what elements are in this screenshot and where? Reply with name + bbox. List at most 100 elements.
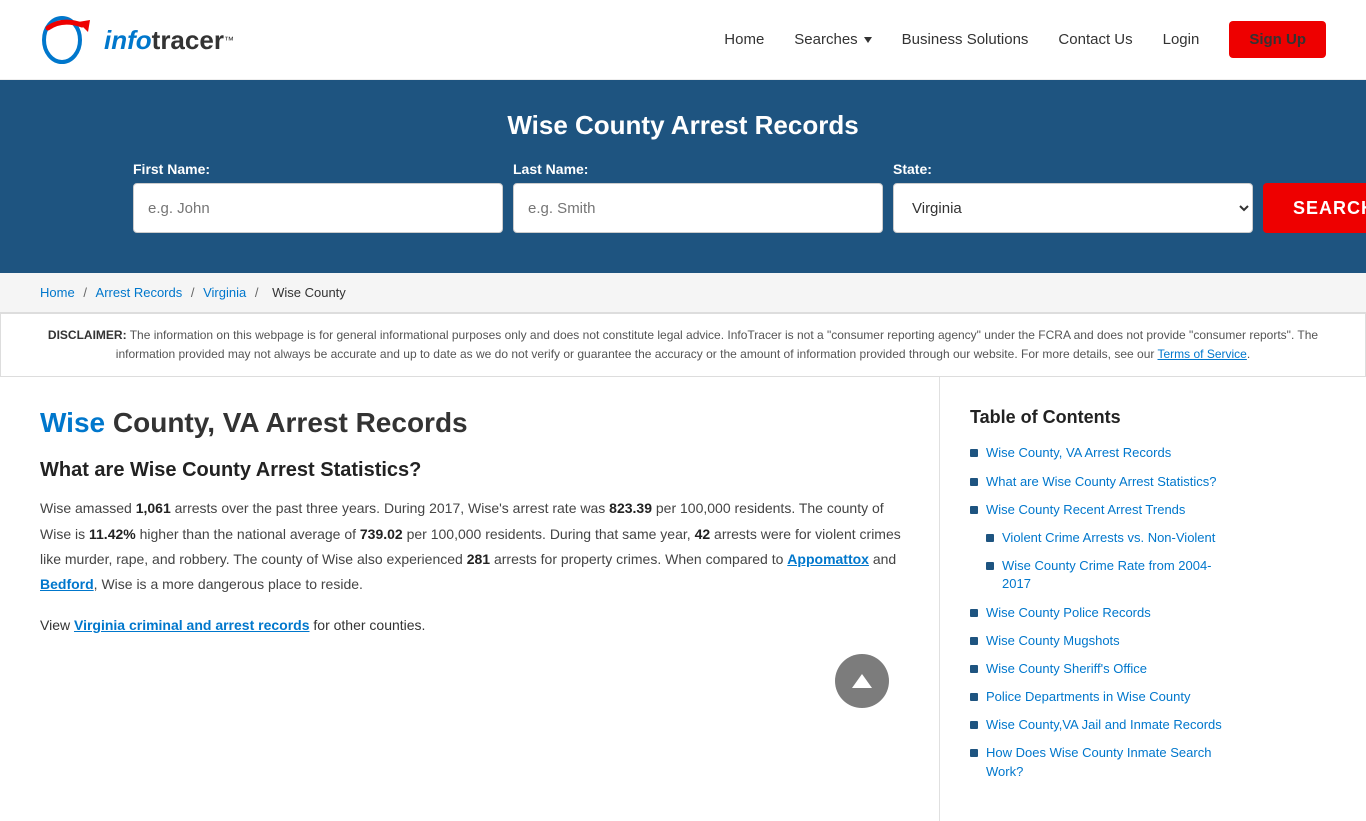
site-header: infotracer™ Home Searches Business Solut… [0, 0, 1366, 80]
hero-banner: Wise County Arrest Records First Name: L… [0, 80, 1366, 273]
article-title-highlight: Wise [40, 407, 105, 438]
higher-pct: 11.42% [89, 526, 136, 542]
toc-bullet-icon [970, 478, 978, 486]
first-name-group: First Name: [133, 161, 503, 233]
toc-bullet-icon [986, 534, 994, 542]
toc-item: Wise County Crime Rate from 2004-2017 [970, 557, 1240, 593]
table-of-contents: Table of Contents Wise County, VA Arrest… [970, 407, 1240, 780]
scroll-to-top-button[interactable] [835, 654, 889, 708]
view-prefix: View [40, 617, 74, 633]
toc-link[interactable]: Police Departments in Wise County [986, 688, 1190, 706]
scroll-up-arrow-icon [852, 674, 872, 688]
nav-login[interactable]: Login [1163, 31, 1200, 48]
toc-link[interactable]: Wise County, VA Arrest Records [986, 444, 1171, 462]
main-nav: Home Searches Business Solutions Contact… [724, 21, 1326, 58]
breadcrumb-arrest-records[interactable]: Arrest Records [96, 285, 183, 300]
body-intro: Wise amassed [40, 500, 136, 516]
toc-link[interactable]: What are Wise County Arrest Statistics? [986, 473, 1216, 491]
state-label: State: [893, 161, 932, 177]
last-name-group: Last Name: [513, 161, 883, 233]
last-name-input[interactable] [513, 183, 883, 233]
nav-signup[interactable]: Sign Up [1229, 21, 1326, 58]
logo-tracer-text: tracer [152, 25, 224, 55]
body-1: arrests over the past three years. Durin… [171, 500, 609, 516]
toc-bullet-icon [970, 749, 978, 757]
first-name-label: First Name: [133, 161, 210, 177]
arrests-count: 1,061 [136, 500, 171, 516]
toc-item: Wise County, VA Arrest Records [970, 444, 1240, 462]
first-name-input[interactable] [133, 183, 503, 233]
nav-home[interactable]: Home [724, 31, 764, 48]
body-7: and [869, 551, 896, 567]
last-name-label: Last Name: [513, 161, 588, 177]
virginia-records-link[interactable]: Virginia criminal and arrest records [74, 617, 310, 633]
toc-bullet-icon [970, 449, 978, 457]
terms-of-service-link[interactable]: Terms of Service [1158, 347, 1247, 361]
breadcrumb-wise-county: Wise County [272, 285, 346, 300]
searches-chevron-icon [864, 37, 872, 43]
toc-link[interactable]: Wise County,VA Jail and Inmate Records [986, 716, 1222, 734]
toc-bullet-icon [986, 562, 994, 570]
city1-link[interactable]: Appomattox [787, 551, 869, 567]
search-button[interactable]: SEARCH [1263, 183, 1366, 233]
main-content: Wise County, VA Arrest Records What are … [0, 377, 1366, 820]
breadcrumb-sep3: / [255, 285, 262, 300]
nav-searches[interactable]: Searches [794, 31, 871, 48]
search-form: First Name: Last Name: State: AlabamaAla… [133, 161, 1233, 233]
logo-icon [40, 10, 100, 70]
city2-link[interactable]: Bedford [40, 576, 94, 592]
view-link-paragraph: View Virginia criminal and arrest record… [40, 613, 909, 638]
toc-bullet-icon [970, 609, 978, 617]
body-3: higher than the national average of [136, 526, 360, 542]
toc-item: What are Wise County Arrest Statistics? [970, 473, 1240, 491]
article-body: Wise amassed 1,061 arrests over the past… [40, 496, 909, 597]
violent-count: 42 [695, 526, 711, 542]
toc-item: Wise County Mugshots [970, 632, 1240, 650]
breadcrumb-sep2: / [191, 285, 198, 300]
disclaimer-text: The information on this webpage is for g… [116, 328, 1318, 361]
toc-link[interactable]: Violent Crime Arrests vs. Non-Violent [1002, 529, 1215, 547]
toc-item: Wise County Sheriff's Office [970, 660, 1240, 678]
toc-item: Violent Crime Arrests vs. Non-Violent [970, 529, 1240, 547]
nav-contact-us[interactable]: Contact Us [1058, 31, 1132, 48]
toc-item: Wise County,VA Jail and Inmate Records [970, 716, 1240, 734]
disclaimer-bar: DISCLAIMER: The information on this webp… [0, 313, 1366, 377]
logo-info-text: info [104, 25, 152, 55]
toc-item: Wise County Recent Arrest Trends [970, 501, 1240, 519]
article-title: Wise County, VA Arrest Records [40, 407, 909, 439]
arrest-rate: 823.39 [609, 500, 652, 516]
toc-link[interactable]: Wise County Crime Rate from 2004-2017 [1002, 557, 1240, 593]
logo-tm: ™ [224, 35, 234, 46]
toc-item: How Does Wise County Inmate Search Work? [970, 744, 1240, 780]
toc-link[interactable]: Wise County Sheriff's Office [986, 660, 1147, 678]
toc-section: Table of Contents Wise County, VA Arrest… [940, 377, 1240, 820]
toc-item: Wise County Police Records [970, 604, 1240, 622]
toc-link[interactable]: Wise County Police Records [986, 604, 1151, 622]
breadcrumb-home[interactable]: Home [40, 285, 75, 300]
hero-title: Wise County Arrest Records [40, 110, 1326, 141]
body-4: per 100,000 residents. During that same … [403, 526, 695, 542]
section-heading: What are Wise County Arrest Statistics? [40, 459, 909, 482]
property-count: 281 [467, 551, 490, 567]
toc-bullet-icon [970, 721, 978, 729]
toc-list: Wise County, VA Arrest Records What are W… [970, 444, 1240, 780]
toc-bullet-icon [970, 665, 978, 673]
toc-heading: Table of Contents [970, 407, 1240, 428]
national-avg: 739.02 [360, 526, 403, 542]
toc-link[interactable]: Wise County Mugshots [986, 632, 1120, 650]
logo[interactable]: infotracer™ [40, 10, 234, 70]
state-select[interactable]: AlabamaAlaskaArizonaArkansasCaliforniaCo… [893, 183, 1253, 233]
body-6: arrests for property crimes. When compar… [490, 551, 787, 567]
toc-link[interactable]: Wise County Recent Arrest Trends [986, 501, 1185, 519]
breadcrumb-sep1: / [83, 285, 90, 300]
article-section: Wise County, VA Arrest Records What are … [40, 377, 940, 820]
nav-business-solutions[interactable]: Business Solutions [902, 31, 1029, 48]
state-group: State: AlabamaAlaskaArizonaArkansasCalif… [893, 161, 1253, 233]
toc-bullet-icon [970, 506, 978, 514]
toc-bullet-icon [970, 637, 978, 645]
view-suffix: for other counties. [310, 617, 426, 633]
breadcrumb-virginia[interactable]: Virginia [203, 285, 246, 300]
breadcrumb: Home / Arrest Records / Virginia / Wise … [0, 273, 1366, 313]
toc-link[interactable]: How Does Wise County Inmate Search Work? [986, 744, 1240, 780]
article-title-rest: County, VA Arrest Records [105, 407, 468, 438]
